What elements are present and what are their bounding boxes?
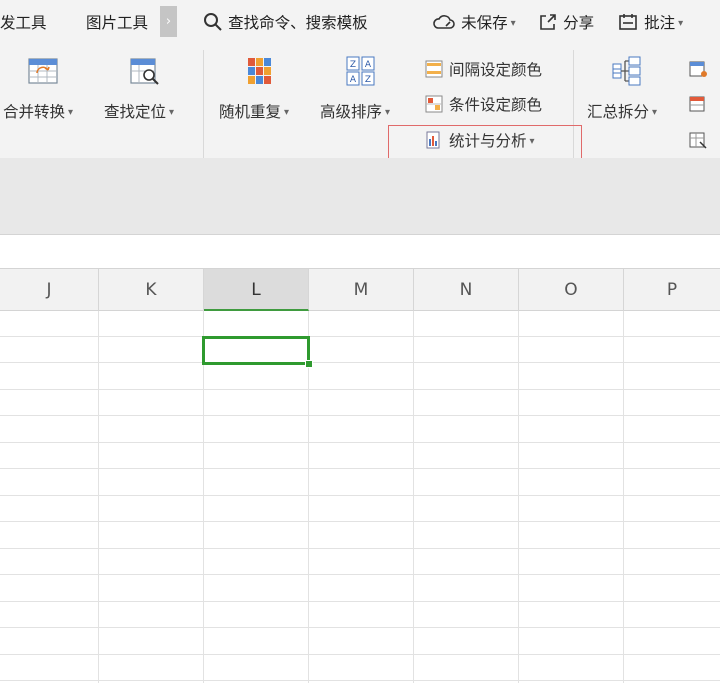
summary-split-label: 汇总拆分 xyxy=(587,103,650,121)
condition-color-button[interactable]: 条件设定颜色 xyxy=(425,93,542,115)
merge-convert-icon xyxy=(28,58,58,84)
svg-text:Z: Z xyxy=(350,60,356,70)
find-locate-icon xyxy=(130,58,159,85)
column-header-m[interactable]: M xyxy=(309,269,414,311)
column-header-j[interactable]: J xyxy=(0,269,99,311)
random-repeat-button[interactable]: 随机重复 ▾ xyxy=(215,56,305,126)
cloud-icon xyxy=(433,15,455,29)
caret-down-icon: ▾ xyxy=(652,107,658,118)
interval-color-button[interactable]: 间隔设定颜色 xyxy=(425,58,542,80)
unsaved-label: 未保存 xyxy=(461,14,508,32)
search-text: 查找命令、搜索模板 xyxy=(228,14,368,32)
more-tabs-button[interactable]: › xyxy=(160,6,177,37)
formula-bar[interactable] xyxy=(0,234,720,269)
tab-developer-tools[interactable]: 发工具 xyxy=(0,11,47,33)
svg-text:A: A xyxy=(365,60,372,70)
grid-line xyxy=(0,362,720,363)
random-repeat-label: 随机重复 xyxy=(219,103,282,121)
svg-text:Z: Z xyxy=(365,75,371,85)
grid-line xyxy=(0,468,720,469)
svg-text:A: A xyxy=(350,75,357,85)
grid-line xyxy=(0,654,720,655)
ribbon-divider xyxy=(203,50,204,158)
column-header-o[interactable]: O xyxy=(519,269,624,311)
share-button[interactable]: 分享 xyxy=(538,11,594,33)
merge-convert-button[interactable]: 合并转换 ▾ xyxy=(0,56,88,126)
grid-line xyxy=(0,415,720,416)
condition-color-icon xyxy=(425,95,443,113)
unsaved-button[interactable]: 未保存 ▾ xyxy=(432,11,516,33)
caret-down-icon: ▾ xyxy=(68,107,74,118)
random-repeat-icon xyxy=(248,58,271,84)
grid-line xyxy=(0,574,720,575)
formula-area-band xyxy=(0,158,720,234)
column-header-p[interactable]: P xyxy=(624,269,720,311)
caret-down-icon: ▾ xyxy=(385,107,391,118)
column-header-n[interactable]: N xyxy=(414,269,519,311)
interval-color-icon xyxy=(425,60,443,78)
advanced-sort-button[interactable]: Z A A Z 高级排序 ▾ xyxy=(316,56,408,126)
grid-line xyxy=(0,627,720,628)
grid-line xyxy=(0,442,720,443)
search-icon xyxy=(204,13,222,31)
merge-convert-label: 合并转换 xyxy=(3,103,66,121)
condition-color-label: 条件设定颜色 xyxy=(449,96,543,114)
command-search[interactable]: 查找命令、搜索模板 xyxy=(203,11,368,33)
tab-bar: 发工具 图片工具 › 查找命令、搜索模板 未保存 ▾ 分享 批注 ▾ xyxy=(0,0,720,44)
advanced-sort-label: 高级排序 xyxy=(320,103,383,121)
find-locate-label: 查找定位 xyxy=(104,103,167,121)
summary-split-icon xyxy=(612,56,641,86)
tab-picture-tools[interactable]: 图片工具 xyxy=(86,11,148,33)
fill-handle[interactable] xyxy=(305,360,313,368)
sort-az-icon: Z A A Z xyxy=(346,56,375,86)
grid-line xyxy=(0,336,720,337)
workbook-tool-icon[interactable] xyxy=(688,59,710,79)
find-locate-button[interactable]: 查找定位 ▾ xyxy=(100,56,190,126)
caret-down-icon: ▾ xyxy=(284,107,290,118)
grid-line xyxy=(0,680,720,681)
grid-line xyxy=(0,495,720,496)
caret-down-icon: ▾ xyxy=(169,107,175,118)
ribbon: 合并转换 ▾ 查找定位 ▾ 随机重复 ▾ Z A A Z 高级排序 ▾ 间隔设定… xyxy=(0,44,720,158)
share-label: 分享 xyxy=(563,14,595,32)
comment-icon xyxy=(619,14,637,30)
caret-down-icon: ▾ xyxy=(510,18,516,29)
grid-line xyxy=(0,548,720,549)
summary-split-button[interactable]: 汇总拆分 ▾ xyxy=(584,56,674,126)
grid-line xyxy=(0,389,720,390)
column-header-bar: J K L M N O P xyxy=(0,268,720,311)
interval-color-label: 间隔设定颜色 xyxy=(449,61,543,79)
share-icon xyxy=(540,14,556,30)
selected-cell[interactable] xyxy=(202,336,310,365)
comment-button[interactable]: 批注 ▾ xyxy=(617,11,683,33)
sheet-tool-icon[interactable] xyxy=(688,94,710,114)
column-header-l[interactable]: L xyxy=(204,269,309,311)
comment-label: 批注 xyxy=(644,14,676,32)
column-header-k[interactable]: K xyxy=(99,269,204,311)
cell-tool-icon[interactable] xyxy=(688,130,710,150)
grid-line xyxy=(0,521,720,522)
cell-grid[interactable] xyxy=(0,311,720,683)
caret-down-icon: ▾ xyxy=(678,18,684,29)
grid-line xyxy=(0,601,720,602)
